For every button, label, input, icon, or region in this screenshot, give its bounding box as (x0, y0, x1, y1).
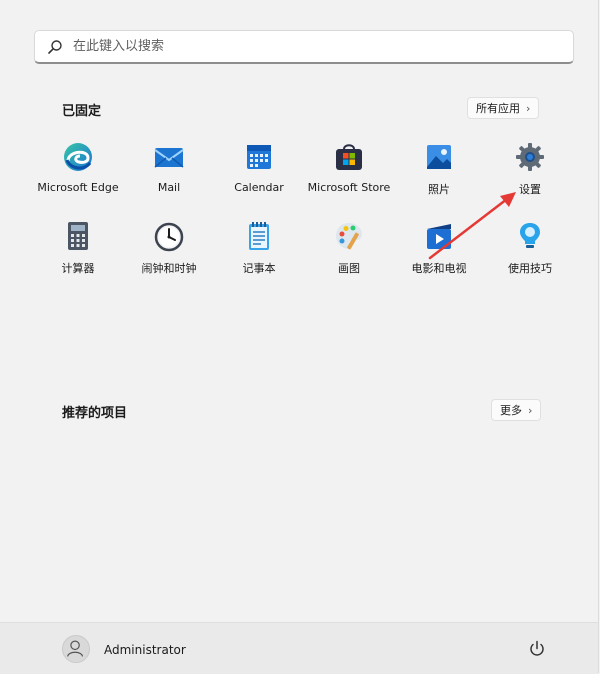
app-tile-mail[interactable]: Mail (123, 141, 215, 211)
app-tile-photos[interactable]: 照片 (393, 141, 485, 211)
more-button[interactable]: 更多 › (491, 399, 542, 421)
app-label: Microsoft Edge (37, 181, 119, 194)
app-label: 电影和电视 (411, 262, 467, 275)
app-tile-edge[interactable]: Microsoft Edge (32, 141, 124, 211)
app-label: Calendar (234, 181, 284, 194)
calculator-icon (62, 220, 94, 252)
app-tile-notepad[interactable]: 记事本 (213, 220, 305, 290)
app-tile-paint[interactable]: 画图 (303, 220, 395, 290)
chevron-right-icon: › (528, 403, 533, 417)
tips-icon (514, 220, 546, 252)
app-tile-calendar[interactable]: Calendar (213, 141, 305, 211)
app-label: 计算器 (61, 262, 95, 275)
power-icon[interactable] (528, 640, 546, 658)
chevron-right-icon: › (526, 101, 531, 115)
app-label: Microsoft Store (307, 181, 391, 194)
app-tile-store[interactable]: Microsoft Store (303, 141, 395, 211)
app-tile-alarms[interactable]: 闹钟和时钟 (123, 220, 215, 290)
start-menu-panel: 已固定 所有应用 › Microsoft Edge (0, 0, 599, 674)
alarm-clock-icon (153, 220, 185, 252)
store-icon (333, 141, 365, 173)
all-apps-button[interactable]: 所有应用 › (467, 97, 540, 119)
paint-icon (333, 220, 365, 252)
app-tile-movies[interactable]: 电影和电视 (393, 220, 485, 290)
search-box[interactable] (34, 30, 574, 64)
calendar-icon (243, 141, 275, 173)
search-input[interactable] (71, 38, 573, 55)
app-tile-settings[interactable]: 设置 (484, 141, 576, 211)
notepad-icon (243, 220, 275, 252)
recommended-title: 推荐的项目 (62, 406, 128, 421)
mail-icon (153, 141, 185, 173)
all-apps-label: 所有应用 (476, 102, 520, 115)
search-icon (47, 39, 63, 55)
app-label: 设置 (519, 183, 541, 196)
app-label: 照片 (428, 183, 450, 196)
app-label: Mail (157, 181, 181, 194)
photos-icon (423, 141, 455, 173)
user-avatar-icon[interactable] (62, 635, 90, 663)
movies-tv-icon (423, 220, 455, 252)
app-tile-tips[interactable]: 使用技巧 (484, 220, 576, 290)
app-label: 画图 (338, 262, 360, 275)
settings-icon (514, 141, 546, 173)
account-bar: Administrator (0, 622, 598, 674)
account-username[interactable]: Administrator (104, 643, 186, 657)
app-tile-calculator[interactable]: 计算器 (32, 220, 124, 290)
edge-icon (62, 141, 94, 173)
pinned-title: 已固定 (62, 104, 102, 119)
app-label: 记事本 (242, 262, 276, 275)
app-label: 闹钟和时钟 (141, 262, 197, 275)
app-label: 使用技巧 (508, 262, 552, 275)
more-label: 更多 (500, 404, 522, 417)
